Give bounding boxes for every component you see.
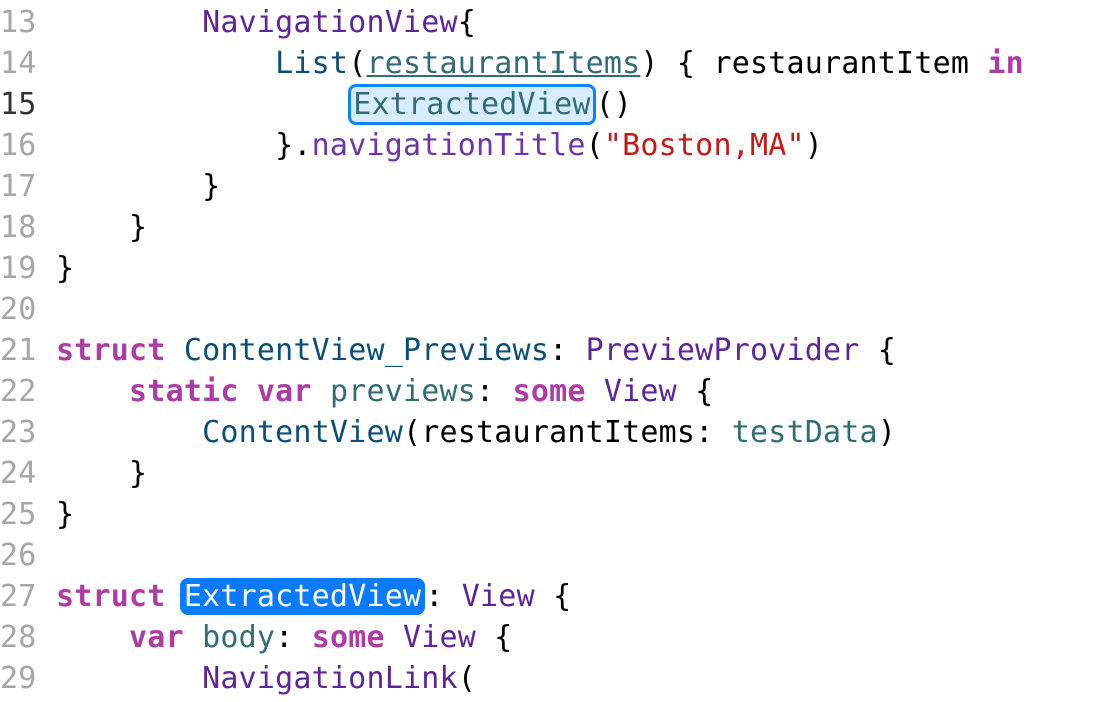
line-number: 27: [0, 576, 48, 617]
line-number: 24: [0, 453, 48, 494]
code-line[interactable]: }: [48, 494, 1098, 535]
member-token: body: [202, 620, 275, 655]
keyword-token: some: [513, 374, 586, 409]
arg-label-token: restaurantItems: [421, 415, 695, 450]
keyword-token: some: [312, 620, 385, 655]
line-number: 13: [0, 2, 48, 43]
keyword-token: var: [257, 374, 312, 409]
line-number: 28: [0, 617, 48, 658]
line-number: 21: [0, 330, 48, 371]
line-number: 19: [0, 248, 48, 289]
line-number: 15: [0, 84, 48, 125]
line-number: 25: [0, 494, 48, 535]
type-token: PreviewProvider: [586, 333, 860, 368]
code-line[interactable]: }: [48, 207, 1098, 248]
type-declaration-token: ExtractedView: [184, 579, 421, 614]
brace-token: }: [56, 497, 74, 532]
rename-highlight-outlined[interactable]: ExtractedView: [348, 84, 595, 125]
code-line[interactable]: NavigationView{: [48, 2, 1098, 43]
type-token: View: [403, 620, 476, 655]
type-token: ContentView_Previews: [184, 333, 549, 368]
keyword-token: var: [129, 620, 184, 655]
paren-token: ): [805, 128, 823, 163]
brace-token: {: [458, 5, 476, 40]
type-token: List: [275, 46, 348, 81]
line-number: 14: [0, 43, 48, 84]
code-line[interactable]: static var previews: some View {: [48, 371, 1098, 412]
identifier-token: restaurantItem: [713, 46, 969, 81]
keyword-token: static: [129, 374, 239, 409]
brace-token: }.: [275, 128, 312, 163]
code-line[interactable]: ExtractedView(): [48, 84, 1098, 125]
type-token: NavigationView: [202, 5, 458, 40]
line-number: 23: [0, 412, 48, 453]
code-line[interactable]: ContentView(restaurantItems: testData): [48, 412, 1098, 453]
paren-token: (: [586, 128, 604, 163]
code-line[interactable]: NavigationLink(: [48, 658, 1098, 699]
code-line[interactable]: struct ContentView_Previews: PreviewProv…: [48, 330, 1098, 371]
keyword-token: struct: [56, 579, 166, 614]
type-token: ContentView: [202, 415, 403, 450]
member-token: restaurantItems: [366, 46, 640, 81]
paren-token: (): [596, 87, 633, 122]
line-number: 17: [0, 166, 48, 207]
keyword-token: in: [987, 46, 1024, 81]
line-number: 29: [0, 658, 48, 699]
paren-token: (: [348, 46, 366, 81]
brace-token: }: [129, 456, 147, 491]
brace-token: }: [202, 169, 220, 204]
member-token: testData: [732, 415, 878, 450]
code-line[interactable]: struct ExtractedView: View {: [48, 576, 1098, 617]
brace-token: }: [56, 251, 74, 286]
code-line[interactable]: var body: some View {: [48, 617, 1098, 658]
line-number: 20: [0, 289, 48, 330]
code-line[interactable]: }: [48, 248, 1098, 289]
type-token: NavigationLink: [202, 661, 458, 696]
line-number: 18: [0, 207, 48, 248]
code-editor[interactable]: 13 NavigationView{ 14 List(restaurantIte…: [0, 0, 1098, 699]
code-line[interactable]: [48, 289, 1098, 330]
method-token: navigationTitle: [312, 128, 586, 163]
line-number: 26: [0, 535, 48, 576]
line-number: 22: [0, 371, 48, 412]
string-token: "Boston,MA": [604, 128, 805, 163]
keyword-token: struct: [56, 333, 166, 368]
code-line[interactable]: List(restaurantItems) { restaurantItem i…: [48, 43, 1098, 84]
member-token: previews: [330, 374, 476, 409]
paren-token: ) {: [640, 46, 713, 81]
code-line[interactable]: [48, 535, 1098, 576]
code-line[interactable]: }: [48, 453, 1098, 494]
code-line[interactable]: }.navigationTitle("Boston,MA"): [48, 125, 1098, 166]
type-token: View: [604, 374, 677, 409]
line-number: 16: [0, 125, 48, 166]
brace-token: }: [129, 210, 147, 245]
type-token: View: [462, 579, 535, 614]
code-line[interactable]: }: [48, 166, 1098, 207]
rename-highlight-selected[interactable]: ExtractedView: [180, 578, 425, 615]
type-usage-token: ExtractedView: [353, 87, 590, 122]
